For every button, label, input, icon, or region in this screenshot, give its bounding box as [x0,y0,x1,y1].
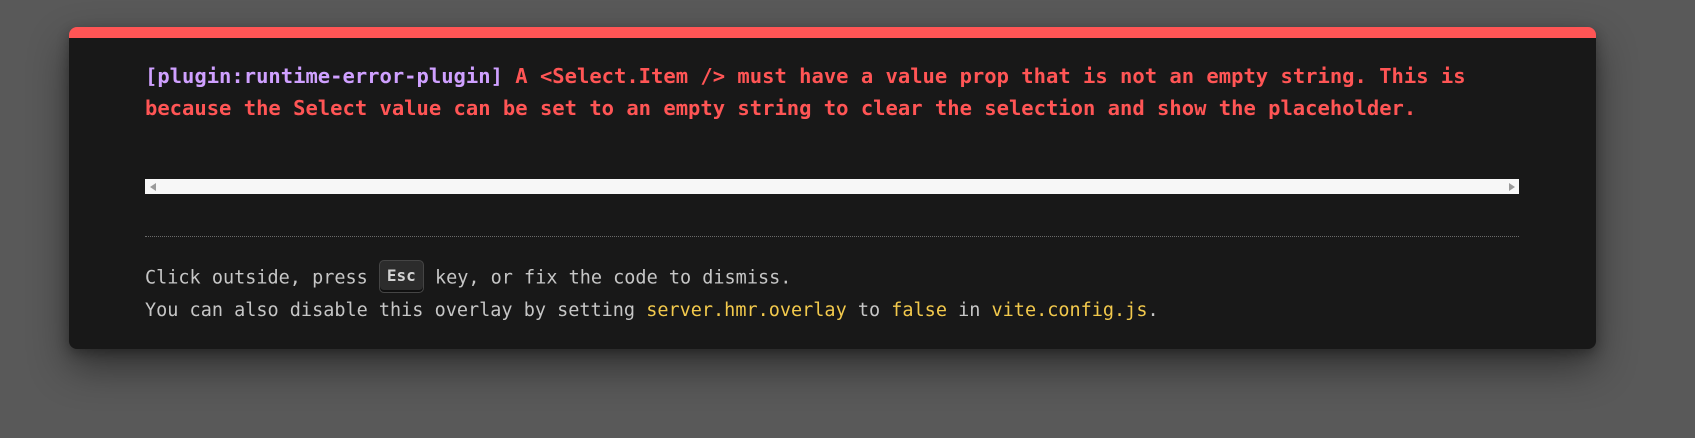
dismiss-tip: Click outside, press Esc key, or fix the… [145,260,1525,295]
disable-tip-text-in: in [946,300,992,321]
error-plugin-name: [plugin:runtime-error-plugin] [145,64,503,88]
disable-tip-text-to: to [846,300,892,321]
dismiss-tip-text-start: Click outside, press [145,267,379,289]
disable-overlay-tip: You can also disable this overlay by set… [145,299,1525,323]
config-file-name: vite.config.js [991,300,1148,321]
esc-key: Esc [378,260,424,293]
scroll-left-arrow-icon[interactable] [145,179,160,194]
setting-value: false [891,300,947,321]
disable-tip-text-start: You can also disable this overlay by set… [145,300,647,321]
dismiss-tip-text-end: key, or fix the code to dismiss. [423,267,792,289]
error-overlay-window: [plugin:runtime-error-plugin] A <Select.… [69,27,1596,349]
setting-name: server.hmr.overlay [646,300,847,321]
scroll-right-arrow-icon[interactable] [1504,179,1519,194]
disable-tip-text-end: . [1147,300,1159,321]
horizontal-scrollbar[interactable] [145,179,1519,194]
error-message: [plugin:runtime-error-plugin] A <Select.… [145,60,1525,124]
divider [145,236,1519,237]
